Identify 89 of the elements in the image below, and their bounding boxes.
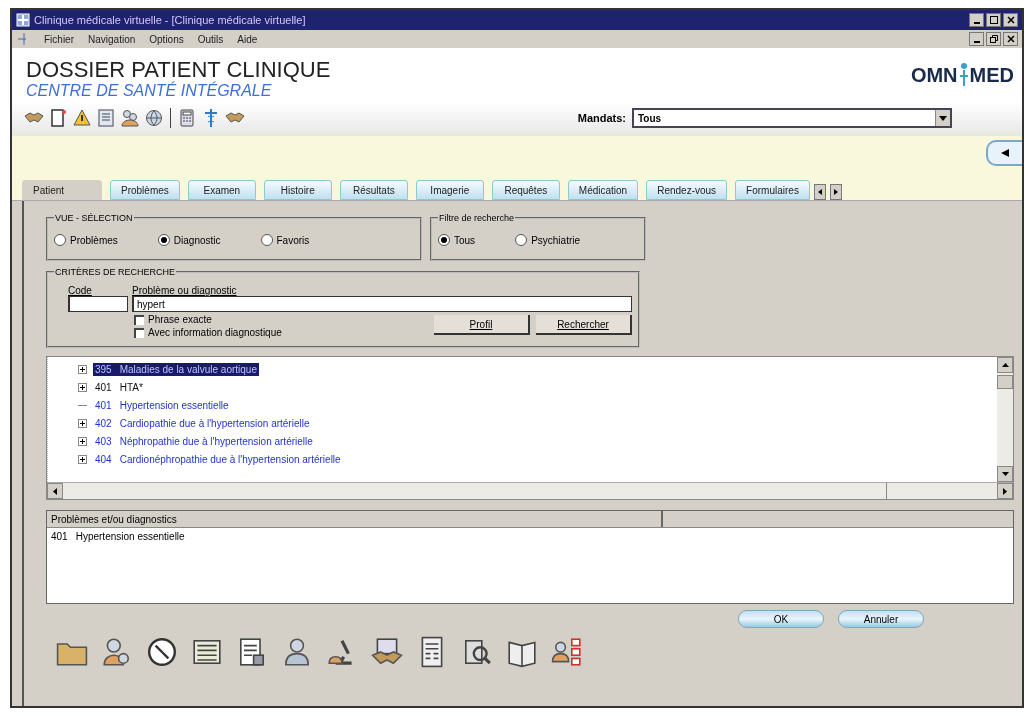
action-button[interactable]: Rechercher <box>536 315 632 335</box>
close-button[interactable] <box>1003 13 1018 27</box>
tree-item[interactable]: 402 Cardiopathie due à l'hypertension artérielle <box>93 417 312 430</box>
tab[interactable]: Résultats <box>339 180 408 200</box>
right-arrow-icon <box>1003 487 1007 495</box>
minimize-button[interactable] <box>969 32 984 46</box>
scroll-right-button[interactable] <box>829 184 842 200</box>
mandats-dropdown[interactable]: Tous <box>632 108 952 128</box>
dialog-button[interactable]: Annuler <box>838 610 924 628</box>
radio-button[interactable] <box>515 234 528 246</box>
expand-icon[interactable] <box>78 383 87 392</box>
menu-item[interactable]: Navigation <box>88 33 136 45</box>
collapse-button[interactable] <box>986 140 1022 166</box>
tree-item[interactable]: 404 Cardionéphropathie due à l'hypertension artérielle <box>93 453 343 466</box>
maximize-icon <box>989 16 998 24</box>
down-arrow-icon <box>1001 472 1009 476</box>
up-arrow-icon <box>1001 363 1009 367</box>
tab[interactable]: Patient <box>22 180 102 200</box>
checkbox[interactable] <box>134 327 144 338</box>
tab[interactable]: Rendez-vous <box>646 180 728 200</box>
app-subtitle: CENTRE DE SANTÉ INTÉGRALE <box>26 82 272 100</box>
checklist-icon[interactable] <box>551 636 583 668</box>
mandats-label: Mandats: <box>577 112 626 124</box>
expand-icon[interactable] <box>78 365 87 374</box>
radio-option[interactable]: Favoris <box>260 234 310 246</box>
tab[interactable]: Formulaires <box>735 180 810 200</box>
code-field[interactable] <box>68 296 128 312</box>
people-icon[interactable] <box>120 108 140 128</box>
search-field[interactable]: hypert <box>132 296 632 312</box>
list-row[interactable]: 401 Hypertension essentielle <box>47 528 1013 545</box>
restore-icon <box>989 35 998 43</box>
checkbox-option[interactable]: Phrase exacte <box>134 314 282 325</box>
left-arrow-icon <box>817 189 822 195</box>
globe-icon[interactable] <box>144 108 164 128</box>
warning-icon[interactable] <box>72 108 92 128</box>
radio-option[interactable]: Psychiatrie <box>515 234 581 246</box>
expand-icon[interactable] <box>78 455 87 464</box>
restore-button[interactable] <box>986 32 1001 46</box>
minimize-button[interactable] <box>969 13 984 27</box>
right-arrow-icon <box>833 189 838 195</box>
tab[interactable]: Examen <box>187 180 256 200</box>
app-title: DOSSIER PATIENT CLINIQUE <box>26 58 331 82</box>
radio-button[interactable] <box>157 234 170 246</box>
tab[interactable]: Histoire <box>263 180 332 200</box>
close-icon <box>1006 16 1015 24</box>
code-label: Code <box>68 285 93 296</box>
app-icon <box>16 13 30 27</box>
radio-option[interactable]: Problèmes <box>54 234 118 246</box>
menu-item[interactable]: Fichier <box>44 33 74 45</box>
expand-icon[interactable] <box>78 419 87 428</box>
radio-button[interactable] <box>438 234 450 246</box>
tree-item[interactable]: 395 Maladies de la valvule aortique <box>93 363 259 376</box>
tab[interactable]: Imagerie <box>415 180 484 200</box>
radio-button[interactable] <box>54 234 66 246</box>
group-title: CRITÈRES DE RECHERCHE <box>54 267 176 277</box>
logo-text: MED <box>969 63 1014 87</box>
tree-item[interactable]: 403 Néphropathie due à l'hypertension artérielle <box>93 435 315 448</box>
tab[interactable]: Problèmes <box>110 180 180 200</box>
left-arrow-icon <box>53 487 57 495</box>
menu-item[interactable]: Options <box>149 33 184 45</box>
radio-option[interactable]: Tous <box>438 234 476 246</box>
close-button[interactable] <box>1003 32 1018 46</box>
checkbox-option[interactable]: Avec information diagnostique <box>134 327 282 338</box>
action-button[interactable]: Profil <box>434 315 530 335</box>
scroll-thumb[interactable] <box>997 375 1013 389</box>
scroll-left-button[interactable] <box>813 184 826 200</box>
menu-item[interactable]: Aide <box>237 33 258 45</box>
radio-option[interactable]: Diagnostic <box>157 234 221 246</box>
term-label: Problème ou diagnostic <box>132 285 238 296</box>
expand-icon[interactable] <box>78 437 87 446</box>
maximize-button[interactable] <box>986 13 1001 27</box>
vertical-scrollbar[interactable] <box>997 357 1013 482</box>
left-arrow-icon <box>1001 149 1009 157</box>
logo-text: OMN <box>910 63 958 87</box>
dropdown-arrow-icon <box>939 115 947 121</box>
tree-item[interactable]: 401 Hypertension essentielle <box>93 399 231 412</box>
dialog-button[interactable]: OK <box>738 610 824 628</box>
checkbox[interactable] <box>134 314 144 325</box>
tab[interactable]: Requêtes <box>491 180 560 200</box>
tab[interactable]: Médication <box>567 180 639 200</box>
window-title: Clinique médicale virtuelle - [Clinique médicale virtuelle] <box>34 14 307 26</box>
group-title: VUE - SÉLECTION <box>54 213 134 223</box>
close-icon <box>1006 35 1015 43</box>
tree-item[interactable]: 401 HTA* <box>93 381 145 394</box>
logo-icon <box>958 62 969 88</box>
group-title: Filtre de recherche <box>438 213 516 223</box>
horizontal-scrollbar[interactable] <box>47 482 1013 499</box>
radio-button[interactable] <box>260 234 273 246</box>
menu-item[interactable]: Outils <box>197 33 224 45</box>
